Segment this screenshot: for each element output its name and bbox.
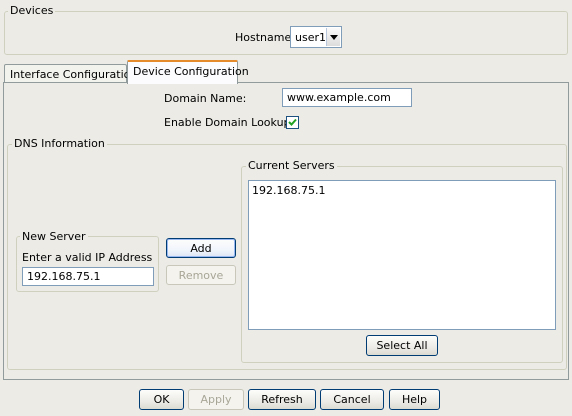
new-server-legend: New Server [20, 230, 88, 243]
hostname-label: Hostname: [235, 31, 295, 44]
current-servers-legend: Current Servers [246, 159, 337, 172]
domain-name-input[interactable]: www.example.com [282, 88, 412, 107]
ip-address-input[interactable]: 192.168.75.1 [22, 267, 154, 286]
dns-information-legend: DNS Information [12, 137, 107, 150]
domain-name-label: Domain Name: [164, 92, 247, 105]
remove-button[interactable]: Remove [166, 265, 236, 285]
list-item[interactable]: 192.168.75.1 [252, 184, 552, 198]
refresh-button[interactable]: Refresh [248, 389, 316, 410]
domain-lookup-label: Enable Domain Lookup: [164, 116, 295, 129]
cancel-button[interactable]: Cancel [320, 389, 384, 410]
help-button[interactable]: Help [389, 389, 440, 410]
select-all-button[interactable]: Select All [366, 335, 438, 356]
tab-interface-configuration[interactable]: Interface Configuration [4, 64, 137, 83]
dropdown-button[interactable] [326, 28, 340, 46]
hostname-value: user1 [295, 30, 326, 44]
checkmark-icon [288, 118, 297, 126]
tab-label: Interface Configuration [10, 68, 138, 81]
tab-label: Device Configuration [133, 65, 249, 78]
ok-button[interactable]: OK [139, 389, 184, 410]
chevron-down-icon [329, 34, 338, 40]
domain-lookup-checkbox[interactable] [286, 116, 299, 129]
hostname-select[interactable]: user1 [290, 26, 342, 48]
current-servers-list[interactable]: 192.168.75.1 [248, 180, 556, 330]
devices-legend: Devices [8, 4, 56, 17]
new-server-prompt: Enter a valid IP Address [22, 251, 153, 264]
tab-device-configuration[interactable]: Device Configuration [127, 60, 249, 84]
apply-button[interactable]: Apply [188, 389, 244, 410]
add-button[interactable]: Add [166, 238, 236, 258]
